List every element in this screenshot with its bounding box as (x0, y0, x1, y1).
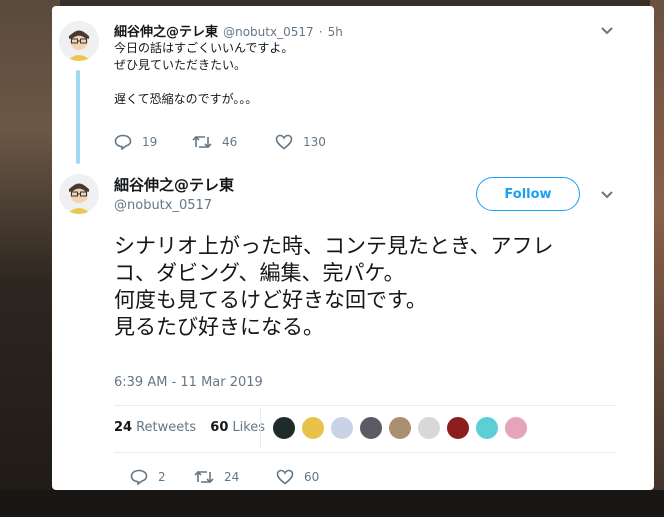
retweets-stat-count: 24 (114, 420, 133, 435)
liker-avatar[interactable] (417, 416, 441, 440)
heart-icon (275, 134, 293, 150)
liker-avatar[interactable] (272, 416, 296, 440)
divider (114, 452, 616, 453)
tweet-text-line: シナリオ上がった時、コンテ見たとき、アフレ (114, 234, 554, 258)
liker-avatar[interactable] (359, 416, 383, 440)
engagement-stats: 24 Retweets 60 Likes (114, 420, 265, 435)
time-ago[interactable]: 5h (328, 25, 343, 39)
thread-connector-line (76, 70, 80, 164)
retweet-count: 46 (222, 135, 238, 149)
avatar[interactable] (59, 21, 99, 61)
reply-button[interactable]: 19 (114, 134, 157, 150)
reply-count: 2 (158, 470, 166, 484)
liker-avatar[interactable] (446, 416, 470, 440)
tweet-text-line: 何度も見てるけど好きな回です。 (114, 288, 427, 312)
tweet-timestamp[interactable]: 6:39 AM - 11 Mar 2019 (114, 375, 263, 390)
speech-bubble-icon (114, 134, 132, 150)
handle[interactable]: @nobutx_0517 (223, 25, 314, 39)
like-count: 60 (304, 470, 320, 484)
retweet-arrows-icon (194, 470, 214, 484)
liker-avatar[interactable] (330, 416, 354, 440)
heart-icon (276, 469, 294, 485)
display-name[interactable]: 細谷伸之@テレ東 (114, 25, 218, 40)
follow-button[interactable]: Follow (476, 177, 580, 211)
avatar[interactable] (59, 174, 99, 214)
stats-separator (260, 408, 261, 448)
retweet-arrows-icon (192, 135, 212, 149)
like-count: 130 (303, 135, 326, 149)
tweet-text-line: 見るたび好きになる。 (114, 315, 324, 339)
retweets-stat[interactable]: 24 Retweets (114, 420, 196, 435)
likes-stat[interactable]: 60 Likes (210, 420, 265, 435)
chevron-down-icon[interactable] (600, 190, 614, 200)
background-photo-bottom (0, 490, 664, 517)
retweets-stat-label: Retweets (136, 420, 197, 435)
liker-avatar[interactable] (504, 416, 528, 440)
reply-tweet-header: 細谷伸之@テレ東 @nobutx_0517 · 5h (114, 21, 343, 40)
background-photo-left (0, 0, 60, 517)
retweet-button[interactable]: 46 (192, 134, 237, 150)
handle[interactable]: @nobutx_0517 (114, 198, 212, 213)
liker-avatar[interactable] (388, 416, 412, 440)
dot-separator: · (318, 25, 323, 39)
tweet-text-line: コ、ダビング、編集、完パケ。 (114, 261, 405, 285)
chevron-down-icon[interactable] (600, 26, 614, 36)
display-name[interactable]: 細谷伸之@テレ東 (114, 174, 234, 195)
retweet-button[interactable]: 24 (194, 469, 239, 485)
like-button[interactable]: 60 (276, 469, 319, 485)
reply-count: 19 (142, 135, 158, 149)
speech-bubble-icon (130, 469, 148, 485)
reply-button[interactable]: 2 (130, 469, 166, 485)
main-tweet-text: シナリオ上がった時、コンテ見たとき、アフレ コ、ダビング、編集、完パケ。 何度も… (114, 233, 654, 341)
divider (114, 405, 616, 406)
retweet-count: 24 (224, 470, 240, 484)
like-button[interactable]: 130 (275, 134, 326, 150)
reply-tweet-text: 今日の話はすごくいいんですよ。 ぜひ見ていただきたい。 遅くて恐縮なのですが。。… (114, 41, 294, 106)
liker-avatar[interactable] (301, 416, 325, 440)
liker-avatar[interactable] (475, 416, 499, 440)
liker-avatars (272, 416, 533, 440)
likes-stat-count: 60 (210, 420, 229, 435)
